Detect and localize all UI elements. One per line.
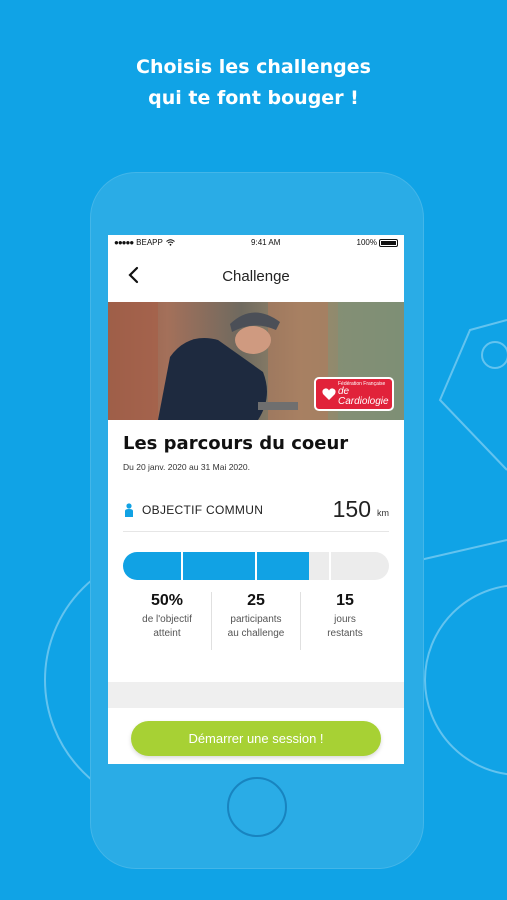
home-button[interactable] xyxy=(227,777,287,837)
objective-row: OBJECTIF COMMUN 150 km xyxy=(123,492,389,532)
person-icon xyxy=(125,502,133,517)
stat-value: 50% xyxy=(150,592,184,609)
stats-row: 50% de l'objectif atteint 25 participants… xyxy=(123,592,389,650)
stat-days-left: 15 jours restants xyxy=(300,592,389,650)
progress-segment xyxy=(123,552,181,580)
wifi-icon xyxy=(166,239,175,246)
stat-goal: 50% de l'objectif atteint xyxy=(123,592,211,650)
chevron-left-icon[interactable] xyxy=(124,264,144,286)
headline: Choisis les challenges qui te font bouge… xyxy=(0,52,507,114)
app-screen: ●●●●● BEAPP 9:41 AM 100% Challenge Fédér… xyxy=(108,235,404,764)
battery-icon xyxy=(379,238,398,247)
progress-segment xyxy=(257,552,330,580)
stat-label: participants au challenge xyxy=(227,614,285,639)
objective-unit: km xyxy=(377,507,389,518)
cardiology-logo: Fédération Française de Cardiologie xyxy=(314,377,394,411)
progress-segment xyxy=(331,552,389,580)
nav-bar: Challenge xyxy=(108,250,404,302)
status-time: 9:41 AM xyxy=(251,238,281,247)
status-bar: ●●●●● BEAPP 9:41 AM 100% xyxy=(108,235,404,250)
logo-line-2: de Cardiologie xyxy=(338,385,389,407)
stat-value: 25 xyxy=(247,592,265,609)
progress-segment xyxy=(182,552,255,580)
page-title: Challenge xyxy=(222,267,290,285)
hero-image: Fédération Française de Cardiologie xyxy=(108,302,404,420)
section-divider xyxy=(108,682,404,708)
headline-line-1: Choisis les challenges xyxy=(136,56,371,78)
challenge-title: Les parcours du coeur xyxy=(123,433,349,454)
objective-value: 150 xyxy=(332,496,371,522)
stat-label: de l'objectif atteint xyxy=(142,614,192,639)
headline-line-2: qui te font bouger ! xyxy=(148,87,359,109)
stat-value: 15 xyxy=(336,592,354,609)
battery-percent: 100% xyxy=(356,238,377,247)
stat-participants: 25 participants au challenge xyxy=(211,592,300,650)
challenge-details: Les parcours du coeur Du 20 janv. 2020 a… xyxy=(108,433,404,650)
carrier-name: BEAPP xyxy=(136,238,163,247)
progress-bar xyxy=(123,552,389,580)
challenge-dates: Du 20 janv. 2020 au 31 Mai 2020. xyxy=(123,462,250,472)
start-session-button[interactable]: Démarrer une session ! xyxy=(131,721,381,756)
stat-label: jours restants xyxy=(327,614,363,639)
heart-icon xyxy=(322,388,336,400)
signal-icon: ●●●●● xyxy=(114,238,134,247)
objective-label: OBJECTIF COMMUN xyxy=(142,502,264,517)
